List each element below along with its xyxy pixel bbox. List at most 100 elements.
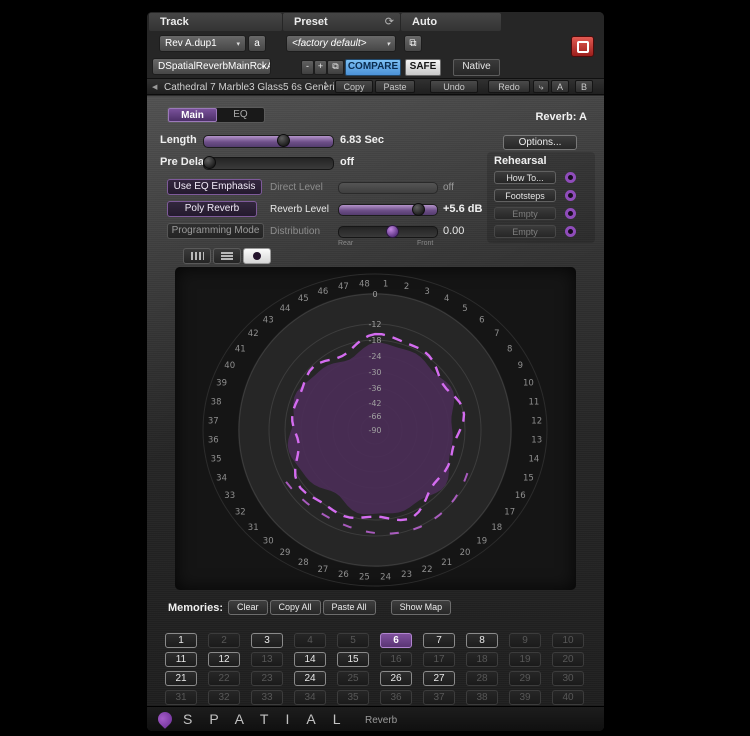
brand-name: SPATIAL [183, 711, 358, 727]
tab-eq[interactable]: EQ [217, 108, 264, 122]
memory-slot-20[interactable]: 20 [552, 652, 584, 667]
direct-level-slider[interactable] [338, 182, 438, 194]
memory-slot-24[interactable]: 24 [294, 671, 326, 686]
memory-slot-9[interactable]: 9 [509, 633, 541, 648]
view-button-2[interactable] [213, 248, 241, 264]
safe-button[interactable]: SAFE [405, 59, 441, 76]
revert-button[interactable]: ⤷ [533, 80, 549, 93]
slider-knob[interactable] [277, 134, 290, 147]
undo-button[interactable]: Undo [430, 80, 478, 93]
memory-slot-34[interactable]: 34 [294, 690, 326, 705]
plugin-selector[interactable]: ▾ DSpatialReverbMainRckA [152, 58, 271, 75]
memory-slot-19[interactable]: 19 [509, 652, 541, 667]
memory-slot-25[interactable]: 25 [337, 671, 369, 686]
rehearsal-button-4[interactable]: Empty [494, 225, 556, 238]
rehearsal-button-3[interactable]: Empty [494, 207, 556, 220]
svg-text:14: 14 [528, 455, 539, 465]
track-selector[interactable]: ▾ Rev A.dup1 [159, 35, 246, 52]
slider-knob[interactable] [386, 225, 399, 238]
svg-text:20: 20 [460, 548, 471, 558]
spatial-radar-display[interactable]: 1234567891011121314151617181920212223242… [175, 267, 576, 590]
length-slider[interactable] [203, 135, 334, 148]
memory-slot-2[interactable]: 2 [208, 633, 240, 648]
memory-slot-15[interactable]: 15 [337, 652, 369, 667]
memory-slot-23[interactable]: 23 [251, 671, 283, 686]
memory-slot-30[interactable]: 30 [552, 671, 584, 686]
memory-action-clear-button[interactable]: Clear [228, 600, 268, 615]
memory-slot-26[interactable]: 26 [380, 671, 412, 686]
collapse-icon[interactable]: ◀ [152, 83, 157, 91]
memory-slot-39[interactable]: 39 [509, 690, 541, 705]
memory-slot-35[interactable]: 35 [337, 690, 369, 705]
copy-settings-button[interactable]: Copy [335, 80, 373, 93]
memory-slot-1[interactable]: 1 [165, 633, 197, 648]
memory-slot-21[interactable]: 21 [165, 671, 197, 686]
memory-slot-11[interactable]: 11 [165, 652, 197, 667]
memory-slot-4[interactable]: 4 [294, 633, 326, 648]
memory-slot-40[interactable]: 40 [552, 690, 584, 705]
preset-section: Preset ⟳ [283, 13, 400, 31]
tab-main[interactable]: Main [168, 108, 217, 122]
librarian-preset-name[interactable]: Cathedral 7 Marble3 Glass5 6s Generic [164, 82, 340, 93]
memory-slot-13[interactable]: 13 [251, 652, 283, 667]
preset-cycle-icon[interactable]: ⟳ [385, 15, 394, 28]
setting-a-button[interactable]: A [551, 80, 569, 93]
memory-slot-37[interactable]: 37 [423, 690, 455, 705]
memory-slot-18[interactable]: 18 [466, 652, 498, 667]
preset-selector[interactable]: ▾ <factory default> [286, 35, 396, 52]
paste-settings-button[interactable]: Paste [375, 80, 415, 93]
memory-slot-14[interactable]: 14 [294, 652, 326, 667]
memory-slot-12[interactable]: 12 [208, 652, 240, 667]
memory-action-paste-all-button[interactable]: Paste All [323, 600, 376, 615]
pre-delay-slider[interactable] [203, 157, 334, 170]
slider-knob[interactable] [203, 156, 216, 169]
memory-slot-27[interactable]: 27 [423, 671, 455, 686]
native-button[interactable]: Native [453, 59, 500, 76]
reverb-level-slider[interactable] [338, 204, 438, 216]
memory-action-show-map-button[interactable]: Show Map [391, 600, 452, 615]
compare-minus-button[interactable]: - [301, 60, 314, 75]
rehearsal-button-2[interactable]: Footsteps [494, 189, 556, 202]
memory-slot-36[interactable]: 36 [380, 690, 412, 705]
memory-slot-8[interactable]: 8 [466, 633, 498, 648]
svg-text:48: 48 [359, 279, 370, 289]
slider-knob[interactable] [412, 203, 425, 216]
rehearsal-knob-icon[interactable] [565, 208, 576, 219]
rehearsal-button-1[interactable]: How To... [494, 171, 556, 184]
memory-slot-28[interactable]: 28 [466, 671, 498, 686]
memory-slot-6[interactable]: 6 [380, 633, 412, 648]
memory-slot-17[interactable]: 17 [423, 652, 455, 667]
memory-slot-31[interactable]: 31 [165, 690, 197, 705]
memory-slot-22[interactable]: 22 [208, 671, 240, 686]
memory-action-copy-all-button[interactable]: Copy All [270, 600, 321, 615]
memory-slot-29[interactable]: 29 [509, 671, 541, 686]
redo-button[interactable]: Redo [488, 80, 530, 93]
memory-slot-10[interactable]: 10 [552, 633, 584, 648]
compare-copy-button[interactable]: ⧉ [327, 60, 344, 75]
rehearsal-knob-icon[interactable] [565, 190, 576, 201]
compare-plus-button[interactable]: + [314, 60, 327, 75]
memory-slot-3[interactable]: 3 [251, 633, 283, 648]
view-button-1[interactable] [183, 248, 211, 264]
view-button-3[interactable] [243, 248, 271, 264]
memory-slot-38[interactable]: 38 [466, 690, 498, 705]
rehearsal-knob-icon[interactable] [565, 172, 576, 183]
programming-mode-button[interactable]: Programming Mode [167, 223, 264, 239]
poly-reverb-button[interactable]: Poly Reverb [167, 201, 257, 217]
memory-slot-33[interactable]: 33 [251, 690, 283, 705]
track-letter-button[interactable]: a [248, 35, 266, 52]
memory-slot-7[interactable]: 7 [423, 633, 455, 648]
memory-slot-32[interactable]: 32 [208, 690, 240, 705]
options-button[interactable]: Options... [503, 135, 577, 150]
plugin-header: Track Preset ⟳ Auto ▾ Rev A.dup1 a ▾ <fa… [147, 12, 604, 78]
preset-copy-button[interactable]: ⧉ [404, 35, 422, 52]
use-eq-emphasis-button[interactable]: Use EQ Emphasis [167, 179, 262, 195]
target-button[interactable] [571, 36, 594, 57]
distribution-slider[interactable] [338, 226, 438, 238]
memory-slot-5[interactable]: 5 [337, 633, 369, 648]
rehearsal-knob-icon[interactable] [565, 226, 576, 237]
preset-spinner[interactable]: ▲ ▼ [323, 81, 328, 91]
setting-b-button[interactable]: B [575, 80, 593, 93]
memory-slot-16[interactable]: 16 [380, 652, 412, 667]
compare-button[interactable]: COMPARE [345, 59, 401, 76]
